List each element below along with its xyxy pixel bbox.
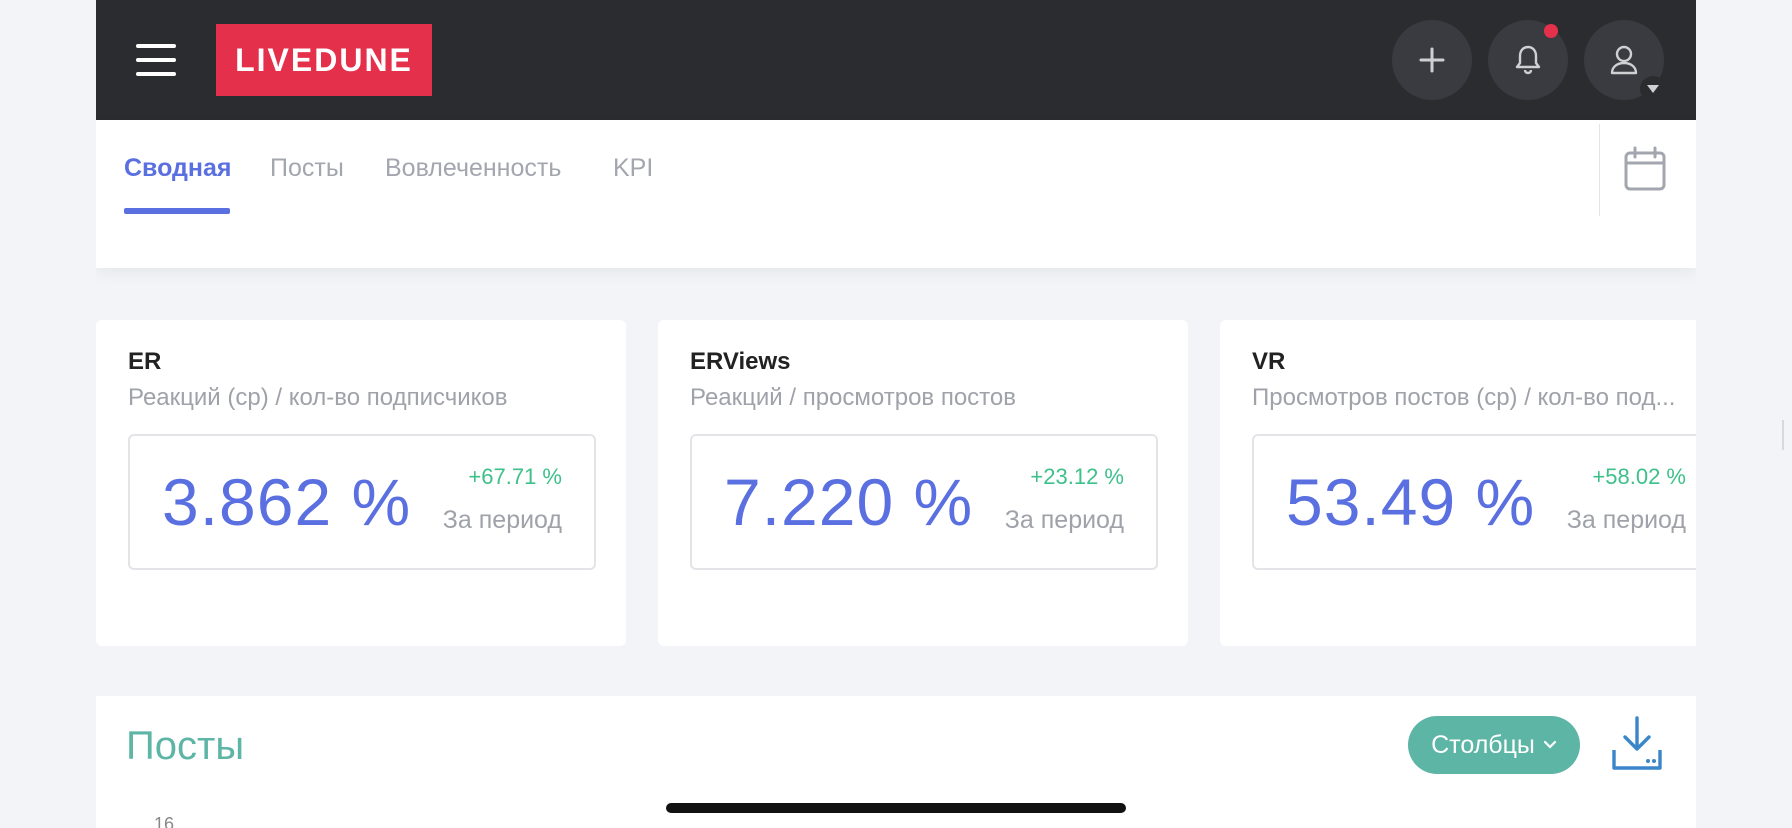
metric-card-er: ER Реакций (ср) / кол-во подписчиков 3.8… (96, 320, 626, 646)
metric-subtitle: Реакций / просмотров постов (690, 384, 1016, 411)
add-button[interactable] (1392, 20, 1472, 100)
notifications-button[interactable] (1488, 20, 1568, 100)
notification-badge (1544, 24, 1558, 38)
tab-bar: Сводная Посты Вовлеченность KPI (96, 120, 1696, 268)
metric-box: 53.49 % +58.02 % За период (1252, 434, 1696, 570)
plus-icon (1419, 47, 1445, 73)
metric-value: 53.49 % (1286, 465, 1536, 539)
metric-box: 7.220 % +23.12 % За период (690, 434, 1158, 570)
user-icon (1610, 45, 1638, 75)
metric-delta: +23.12 % (1030, 464, 1124, 489)
top-bar: LIVEDUNE (96, 0, 1696, 120)
metric-card-erviews: ERViews Реакций / просмотров постов 7.22… (658, 320, 1188, 646)
metric-value: 3.862 % (162, 465, 412, 539)
active-tab-indicator (124, 208, 230, 214)
menu-icon[interactable] (136, 44, 176, 76)
tab-engagement[interactable]: Вовлеченность (385, 154, 561, 183)
caret-down-icon (1647, 85, 1659, 93)
download-icon (1612, 716, 1662, 770)
metric-title: ER (128, 348, 162, 375)
metric-period: За период (1566, 506, 1686, 534)
scroll-edge-indicator (1782, 420, 1784, 450)
profile-dropdown[interactable] (1640, 76, 1666, 102)
tab-posts[interactable]: Посты (270, 154, 344, 183)
metric-title: ERViews (690, 348, 791, 375)
date-range-button[interactable] (1620, 144, 1670, 194)
profile-button[interactable] (1584, 20, 1666, 102)
logo[interactable]: LIVEDUNE (216, 24, 432, 96)
tab-summary[interactable]: Сводная (124, 154, 232, 183)
chart-axis-tick: 16 (154, 814, 175, 828)
metric-subtitle: Реакций (ср) / кол-во подписчиков (128, 384, 508, 411)
app-frame: LIVEDUNE Сводная Посты Вовлеченность KPI… (96, 0, 1696, 828)
home-indicator[interactable] (666, 803, 1126, 813)
posts-title: Посты (126, 724, 245, 768)
columns-dropdown-button[interactable]: Столбцы (1408, 716, 1580, 774)
metric-value: 7.220 % (724, 465, 974, 539)
metric-card-vr: VR Просмотров постов (ср) / кол-во под..… (1220, 320, 1696, 646)
tabs-divider (1599, 124, 1600, 216)
metric-title: VR (1252, 348, 1286, 375)
chevron-down-icon (1543, 740, 1556, 749)
tab-kpi[interactable]: KPI (613, 154, 653, 183)
bell-icon (1515, 45, 1541, 75)
metric-delta: +67.71 % (468, 464, 562, 489)
metric-box: 3.862 % +67.71 % За период (128, 434, 596, 570)
metric-delta: +58.02 % (1592, 464, 1686, 489)
metric-period: За период (442, 506, 562, 534)
metric-subtitle: Просмотров постов (ср) / кол-во под... (1252, 384, 1676, 411)
download-button[interactable] (1608, 714, 1666, 776)
calendar-icon (1624, 146, 1666, 191)
columns-label: Столбцы (1431, 730, 1535, 759)
metric-period: За период (1004, 506, 1124, 534)
